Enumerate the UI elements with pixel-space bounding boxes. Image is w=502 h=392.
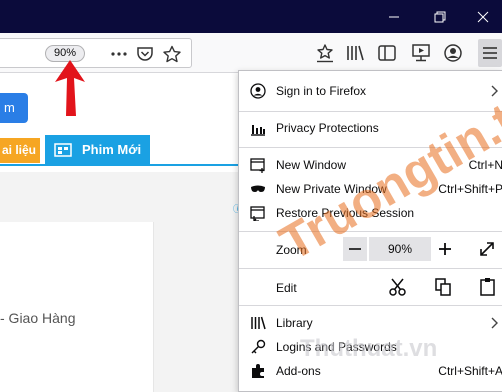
menu-item-label: New Window	[276, 158, 347, 172]
minus-icon	[349, 248, 361, 250]
media-button[interactable]	[410, 42, 432, 64]
fullscreen-icon	[480, 242, 494, 256]
menu-item-shortcut: Ctrl+N	[468, 158, 502, 172]
menu-item-shortcut: Ctrl+Shift+A	[438, 364, 502, 378]
open-menu-button[interactable]	[478, 39, 502, 67]
restore-window-button[interactable]	[417, 0, 463, 33]
url-bar[interactable]: 90%	[0, 38, 192, 68]
fullscreen-button[interactable]	[475, 237, 499, 261]
menu-item-label: Restore Previous Session	[276, 206, 415, 220]
close-icon	[477, 11, 489, 23]
more-actions-button[interactable]	[109, 45, 129, 63]
hamburger-menu-icon	[483, 47, 497, 59]
pocket-icon	[137, 47, 153, 61]
account-icon	[444, 44, 462, 62]
chevron-right-icon	[491, 85, 498, 97]
library-icon	[251, 316, 266, 330]
bookmark-star-button[interactable]	[162, 45, 182, 63]
menu-item-label: Add-ons	[276, 364, 321, 378]
mask-icon	[251, 185, 265, 192]
account-icon	[250, 83, 266, 99]
puzzle-icon	[252, 364, 264, 378]
zoom-label: Zoom	[276, 243, 307, 257]
cut-button[interactable]	[387, 276, 409, 298]
red-arrow-annotation	[55, 60, 85, 116]
plus-icon	[439, 243, 451, 255]
tab-phim-moi-label: Phim Mới	[82, 142, 142, 157]
maximize-icon	[434, 11, 446, 23]
menu-item-new-private-window[interactable]: New Private Window Ctrl+Shift+P	[239, 177, 502, 201]
card-text: - Giao Hàng	[0, 310, 76, 326]
library-button[interactable]	[344, 42, 366, 64]
menu-item-label: Library	[276, 316, 313, 330]
close-window-button[interactable]	[460, 0, 502, 33]
key-icon	[251, 339, 266, 354]
library-icon	[347, 45, 364, 61]
content-card	[0, 222, 154, 392]
film-icon	[54, 143, 72, 157]
menu-item-add-ons[interactable]: Add-ons Ctrl+Shift+A	[239, 359, 502, 383]
sidebar-button[interactable]	[376, 42, 398, 64]
menu-item-label: New Private Window	[276, 182, 387, 196]
menu-item-sign-in[interactable]: Sign in to Firefox	[239, 79, 502, 103]
page-blue-button[interactable]: m	[0, 93, 28, 123]
more-actions-icon	[111, 52, 127, 56]
chevron-right-icon	[491, 317, 498, 329]
new-window-icon	[250, 158, 265, 173]
menu-separator	[239, 268, 502, 269]
menu-item-shortcut: Ctrl+Shift+P	[438, 182, 502, 196]
paste-icon	[480, 278, 495, 296]
minimize-button[interactable]	[371, 0, 417, 33]
copy-button[interactable]	[432, 276, 454, 298]
pocket-button[interactable]	[135, 45, 155, 63]
menu-separator	[239, 305, 502, 306]
zoom-in-button[interactable]	[433, 237, 457, 261]
minimize-icon	[389, 16, 399, 18]
paste-button[interactable]	[477, 276, 499, 298]
app-menu: Sign in to Firefox Privacy Protections N…	[238, 70, 502, 392]
copy-icon	[435, 278, 451, 296]
tab-underline	[0, 164, 240, 166]
sidebar-icon	[378, 45, 396, 61]
menu-item-restore-session[interactable]: Restore Previous Session	[239, 201, 502, 225]
bookmarks-menu-button[interactable]	[314, 42, 336, 64]
zoom-out-button[interactable]	[343, 237, 367, 261]
chart-icon	[251, 125, 265, 136]
scissors-icon	[389, 278, 406, 296]
edit-label: Edit	[276, 281, 297, 295]
menu-separator	[239, 147, 502, 148]
menu-item-label: Privacy Protections	[276, 121, 379, 135]
bookmark-star-box-icon	[317, 44, 333, 63]
title-bar	[0, 0, 502, 33]
menu-row-zoom: Zoom 90%	[239, 235, 502, 263]
zoom-reset-button[interactable]: 90%	[369, 237, 431, 261]
menu-item-label: Logins and Passwords	[276, 340, 397, 354]
bookmark-star-icon	[163, 45, 181, 63]
tab-phim-moi[interactable]: Phim Mới	[45, 135, 150, 164]
account-button[interactable]	[442, 42, 464, 64]
menu-item-logins-passwords[interactable]: Logins and Passwords	[239, 335, 502, 359]
menu-item-label: Sign in to Firefox	[276, 84, 367, 98]
menu-separator	[239, 231, 502, 232]
menu-item-privacy-protections[interactable]: Privacy Protections	[239, 116, 502, 140]
tab-tai-lieu[interactable]: ai liệu	[0, 138, 40, 163]
menu-item-library[interactable]: Library	[239, 311, 502, 335]
menu-row-edit: Edit	[239, 273, 502, 301]
restore-icon	[250, 206, 265, 221]
menu-separator	[239, 111, 502, 112]
media-icon	[412, 44, 430, 62]
menu-item-new-window[interactable]: New Window Ctrl+N	[239, 153, 502, 177]
